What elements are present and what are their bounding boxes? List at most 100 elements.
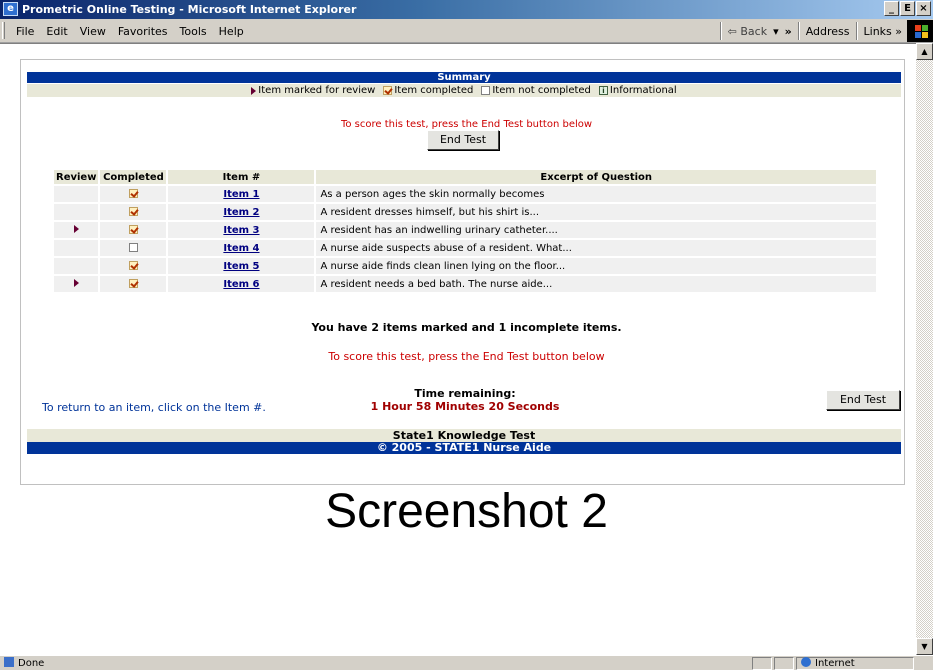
vertical-scrollbar[interactable]: ▲ ▼ — [916, 43, 933, 655]
toolbar-grip[interactable] — [2, 22, 5, 39]
legend-not-completed-label: Item not completed — [492, 85, 591, 96]
score-note-top: To score this test, press the End Test b… — [340, 119, 593, 130]
legend-marked: Item marked for review — [251, 84, 375, 97]
checked-box-icon — [383, 86, 393, 95]
summary-heading: Summary — [27, 72, 901, 83]
links-bar-label[interactable]: Links » — [861, 25, 905, 38]
windows-logo-icon — [907, 20, 933, 42]
review-cell — [54, 276, 99, 292]
item-link[interactable]: Item 2 — [223, 207, 259, 218]
browser-viewport: Summary Item marked for review Item comp… — [0, 43, 916, 655]
ie-page-icon: e — [3, 2, 18, 16]
time-remaining: Time remaining: 1 Hour 58 Minutes 20 Sec… — [330, 387, 600, 413]
statusbar: Done Internet — [0, 655, 933, 670]
empty-box-icon — [481, 86, 491, 95]
address-bar-label[interactable]: Address — [803, 25, 853, 38]
table-header-row: Review Completed Item # Excerpt of Quest… — [54, 170, 876, 184]
menu-tools[interactable]: Tools — [174, 25, 213, 38]
toolbar-separator — [855, 22, 858, 40]
back-dropdown-icon[interactable]: ▾ — [770, 25, 782, 38]
toolbar-right: ⇦ Back ▾ » Address Links » — [717, 19, 933, 43]
item-cell: Item 4 — [168, 240, 315, 256]
toolbar-chevron-icon[interactable]: » — [782, 25, 795, 38]
review-marker-icon — [73, 278, 79, 287]
minimize-button[interactable]: _ — [884, 1, 899, 16]
header-completed: Completed — [100, 170, 167, 184]
table-row: Item 6 A resident needs a bed bath. The … — [54, 276, 876, 292]
legend-informational: i Informational — [598, 84, 677, 97]
item-cell: Item 3 — [168, 222, 315, 238]
completed-cell — [100, 258, 167, 274]
score-note-bottom: To score this test, press the End Test b… — [328, 350, 605, 363]
item-link[interactable]: Item 4 — [223, 243, 259, 254]
footer-copyright: © 2005 - STATE1 Nurse Aide — [27, 442, 901, 454]
toolbar-separator — [719, 22, 722, 40]
page-done-icon — [4, 657, 14, 667]
legend-not-completed: Item not completed — [481, 84, 591, 97]
status-pane — [752, 657, 772, 670]
review-marker-icon — [251, 86, 257, 95]
checked-box-icon — [128, 189, 138, 198]
review-cell — [54, 204, 99, 220]
excerpt-cell: A nurse aide finds clean linen lying on … — [316, 258, 876, 274]
completed-cell — [100, 240, 167, 256]
status-text: Done — [18, 658, 45, 669]
internet-globe-icon — [801, 657, 811, 667]
window-titlebar: e Prometric Online Testing - Microsoft I… — [0, 0, 933, 19]
menu-help[interactable]: Help — [213, 25, 250, 38]
item-link[interactable]: Item 3 — [223, 225, 259, 236]
table-row: Item 5 A nurse aide finds clean linen ly… — [54, 258, 876, 274]
time-remaining-value: 1 Hour 58 Minutes 20 Seconds — [370, 400, 560, 413]
legend-marked-label: Item marked for review — [258, 85, 376, 96]
zone-indicator: Internet — [801, 656, 855, 671]
window-title: Prometric Online Testing - Microsoft Int… — [22, 3, 357, 16]
menu-view[interactable]: View — [74, 25, 112, 38]
restore-button[interactable]: Е — [900, 1, 915, 16]
header-excerpt: Excerpt of Question — [316, 170, 876, 184]
close-button[interactable]: × — [916, 1, 931, 16]
toolbar-separator — [797, 22, 800, 40]
items-table: Review Completed Item # Excerpt of Quest… — [52, 168, 878, 294]
item-link[interactable]: Item 6 — [223, 279, 259, 290]
scroll-up-button[interactable]: ▲ — [916, 43, 933, 60]
item-cell: Item 1 — [168, 186, 315, 202]
status-done: Done — [4, 656, 44, 671]
completed-cell — [100, 276, 167, 292]
checked-box-icon — [128, 279, 138, 288]
menu-edit[interactable]: Edit — [40, 25, 73, 38]
item-cell: Item 5 — [168, 258, 315, 274]
scroll-down-button[interactable]: ▼ — [916, 638, 933, 655]
checked-box-icon — [128, 207, 138, 216]
completed-cell — [100, 204, 167, 220]
return-note: To return to an item, click on the Item … — [42, 401, 266, 414]
info-icon: i — [598, 86, 608, 95]
status-message: You have 2 items marked and 1 incomplete… — [311, 321, 622, 334]
header-item-number: Item # — [168, 170, 315, 184]
excerpt-cell: A resident has an indwelling urinary cat… — [316, 222, 876, 238]
menu-items: File Edit View Favorites Tools Help — [10, 19, 250, 43]
table-row: Item 4 A nurse aide suspects abuse of a … — [54, 240, 876, 256]
legend-completed: Item completed — [383, 84, 473, 97]
completed-cell — [100, 222, 167, 238]
end-test-button-bottom[interactable]: End Test — [826, 390, 900, 410]
table-row: Item 3 A resident has an indwelling urin… — [54, 222, 876, 238]
item-link[interactable]: Item 5 — [223, 261, 259, 272]
legend-bar: Item marked for review Item completed It… — [27, 84, 901, 97]
empty-box-icon — [128, 243, 138, 252]
legend: Item marked for review Item completed It… — [27, 84, 901, 97]
menu-file[interactable]: File — [10, 25, 40, 38]
item-link[interactable]: Item 1 — [223, 189, 259, 200]
menu-favorites[interactable]: Favorites — [112, 25, 174, 38]
back-button[interactable]: ⇦ Back — [725, 25, 770, 38]
excerpt-cell: A nurse aide suspects abuse of a residen… — [316, 240, 876, 256]
legend-informational-label: Informational — [609, 85, 677, 96]
zone-text: Internet — [815, 658, 855, 669]
table-row: Item 1 As a person ages the skin normall… — [54, 186, 876, 202]
end-test-button-top[interactable]: End Test — [427, 130, 499, 150]
screenshot-caption: Screenshot 2 — [325, 485, 608, 538]
table-row: Item 2 A resident dresses himself, but h… — [54, 204, 876, 220]
review-cell — [54, 222, 99, 238]
completed-cell — [100, 186, 167, 202]
legend-completed-label: Item completed — [394, 85, 474, 96]
review-cell — [54, 186, 99, 202]
